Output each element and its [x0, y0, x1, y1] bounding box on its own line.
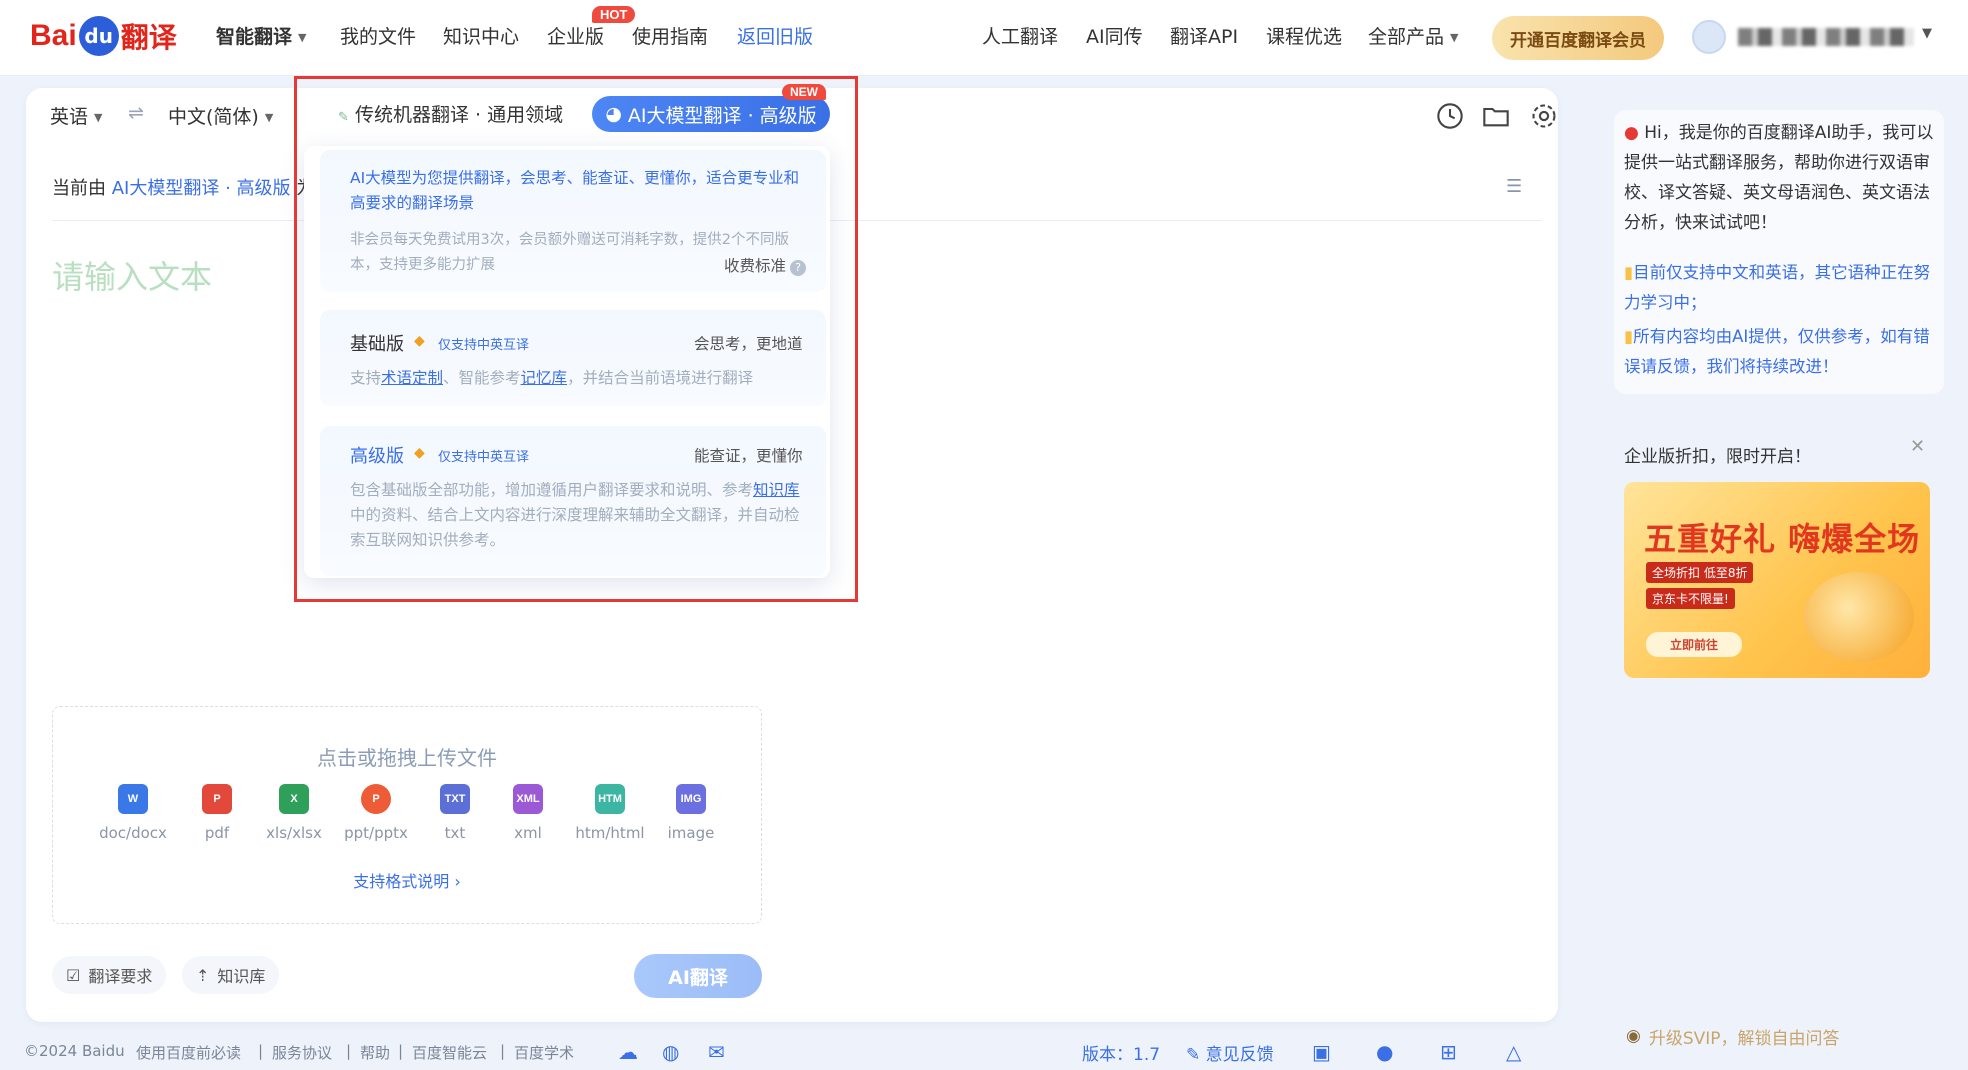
logo-du: du [78, 16, 119, 56]
promo-go-button[interactable]: 立即前往 [1646, 632, 1743, 657]
close-icon[interactable]: ✕ [1910, 436, 1925, 457]
txt-file-icon: TXT [440, 784, 470, 814]
avatar[interactable] [1692, 20, 1726, 54]
nav-my-files[interactable]: 我的文件 [340, 22, 416, 52]
knowledge-base-button[interactable]: ⇡ 知识库 [182, 956, 280, 994]
supported-formats-link[interactable]: 支持格式说明 › [52, 868, 762, 892]
current-model-notice: 当前由 AI大模型翻译 · 高级版 为 [52, 178, 314, 199]
weibo-icon[interactable]: ☁ [618, 1040, 638, 1064]
source-text-input[interactable]: 请输入文本 [52, 252, 212, 298]
footer-baidu-cloud-link[interactable]: 百度智能云 [412, 1042, 487, 1063]
nav-enterprise[interactable]: 企业版 [547, 22, 604, 52]
footer-baidu-scholar-link[interactable]: 百度学术 [514, 1042, 574, 1063]
target-language-select[interactable]: 中文(简体) ▼ [168, 102, 273, 129]
upgrade-svip-button[interactable]: ◉ 升级SVIP，解锁自由问答 [1614, 1018, 1944, 1054]
bulb-icon: ▮ [1624, 263, 1634, 282]
nav-back-old-version[interactable]: 返回旧版 [737, 22, 813, 52]
edit-icon: ☑ [66, 965, 81, 985]
robot-icon: ● [1624, 123, 1639, 143]
html-file-icon: HTM [595, 784, 625, 814]
chevron-down-icon: ▼ [1450, 30, 1459, 44]
list-icon[interactable]: ☰ [1506, 176, 1522, 197]
source-language-select[interactable]: 英语 ▼ [50, 102, 102, 129]
nav-ai-interpretation[interactable]: AI同传 [1086, 22, 1143, 52]
version-label: 版本：1.7 [1082, 1045, 1161, 1065]
ai-translate-button[interactable]: AI翻译 [634, 954, 762, 998]
baidu-translate-logo[interactable]: Bai du 翻译 [30, 8, 177, 64]
file-type-pdf: Ppdf [182, 784, 252, 842]
file-type-xml: XML xml [493, 784, 563, 842]
assistant-tip-disclaimer: ▮所有内容均由AI提供，仅供参考，如有错误请反馈，我们将持续改进！ [1624, 327, 1930, 376]
coin-icon: ◉ [1626, 1026, 1641, 1046]
xml-file-icon: XML [513, 784, 543, 814]
upload-title[interactable]: 点击或拖拽上传文件 [52, 742, 762, 771]
footer-must-read-link[interactable]: 使用百度前必读 [136, 1042, 241, 1063]
hot-badge: HOT [592, 6, 636, 23]
logo-fanyi: 翻译 [120, 21, 177, 54]
footer-separator: | [500, 1042, 506, 1060]
ppt-file-icon: P [361, 784, 391, 814]
gear-icon[interactable] [1530, 102, 1558, 130]
footer-separator: | [398, 1042, 404, 1060]
feedback-link[interactable]: ✎ 意见反馈 [1186, 1040, 1274, 1065]
airplane-illustration-icon [1804, 572, 1914, 662]
nav-all-products[interactable]: 全部产品 ▼ [1368, 22, 1458, 53]
upload-icon: ⇡ [196, 965, 210, 985]
nav-human-translation[interactable]: 人工翻译 [982, 22, 1058, 52]
promo-discount: 全场折扣 低至8折 [1646, 562, 1754, 583]
open-vip-button[interactable]: 开通百度翻译会员 [1492, 16, 1664, 60]
promo-banner[interactable]: 五重好礼 嗨爆全场 全场折扣 低至8折 京东卡不限量! 立即前往 [1624, 482, 1930, 678]
footer-separator: | [258, 1042, 264, 1060]
file-type-xls: Xxls/xlsx [259, 784, 329, 842]
assistant-greeting: ● Hi，我是你的百度翻译AI助手，我可以提供一站式翻译服务，帮助你进行双语审校… [1624, 123, 1934, 233]
edit-icon: ✎ [1186, 1045, 1201, 1065]
nav-knowledge-center[interactable]: 知识中心 [443, 22, 519, 52]
translation-requirements-button[interactable]: ☑ 翻译要求 [52, 956, 167, 994]
file-type-txt: TXT txt [420, 784, 490, 842]
apple-icon[interactable]: ● [1376, 1040, 1393, 1064]
promo-title: 企业版折扣，限时开启！ [1624, 447, 1811, 467]
footer-help-link[interactable]: 帮助 [360, 1042, 390, 1063]
file-type-doc: Wdoc/docx [98, 784, 168, 842]
folder-icon[interactable] [1482, 102, 1510, 130]
copyright: ©2024 Baidu [24, 1042, 125, 1060]
android-icon[interactable]: ▣ [1312, 1040, 1331, 1064]
logo-bai: Bai [30, 19, 77, 52]
app-store-icon[interactable]: △ [1506, 1040, 1521, 1064]
swap-languages-icon[interactable]: ⇌ [128, 102, 144, 124]
bulb-icon: ▮ [1624, 327, 1634, 346]
promo-headline: 五重好礼 嗨爆全场 [1644, 520, 1921, 558]
wechat-icon[interactable]: ◍ [662, 1040, 679, 1064]
footer-separator: | [346, 1042, 352, 1060]
chevron-down-icon: ▼ [94, 111, 103, 124]
windows-icon[interactable]: ⊞ [1440, 1040, 1457, 1064]
mail-icon[interactable]: ✉ [708, 1040, 725, 1064]
chevron-down-icon: ▼ [264, 111, 274, 124]
history-icon[interactable] [1436, 102, 1464, 130]
username-blurred[interactable] [1738, 28, 1914, 46]
chevron-down-icon: ▼ [298, 30, 307, 44]
nav-smart-translate[interactable]: 智能翻译 ▼ [216, 22, 306, 53]
footer-service-agreement-link[interactable]: 服务协议 [272, 1042, 332, 1063]
chevron-down-icon[interactable]: ▼ [1922, 26, 1932, 41]
file-type-ppt: Pppt/pptx [341, 784, 411, 842]
word-file-icon: W [118, 784, 148, 814]
nav-guide[interactable]: 使用指南 [632, 22, 708, 52]
excel-file-icon: X [279, 784, 309, 814]
assistant-tip-language: ▮目前仅支持中文和英语，其它语种正在努力学习中； [1624, 263, 1931, 312]
annotation-highlight-box [294, 76, 858, 602]
file-type-image: IMG image [656, 784, 726, 842]
file-type-html: HTM htm/html [575, 784, 645, 842]
promo-jd-card: 京东卡不限量! [1646, 588, 1735, 609]
image-file-icon: IMG [676, 784, 706, 814]
pdf-file-icon: P [202, 784, 232, 814]
nav-translate-api[interactable]: 翻译API [1170, 22, 1238, 52]
nav-courses[interactable]: 课程优选 [1266, 22, 1342, 52]
